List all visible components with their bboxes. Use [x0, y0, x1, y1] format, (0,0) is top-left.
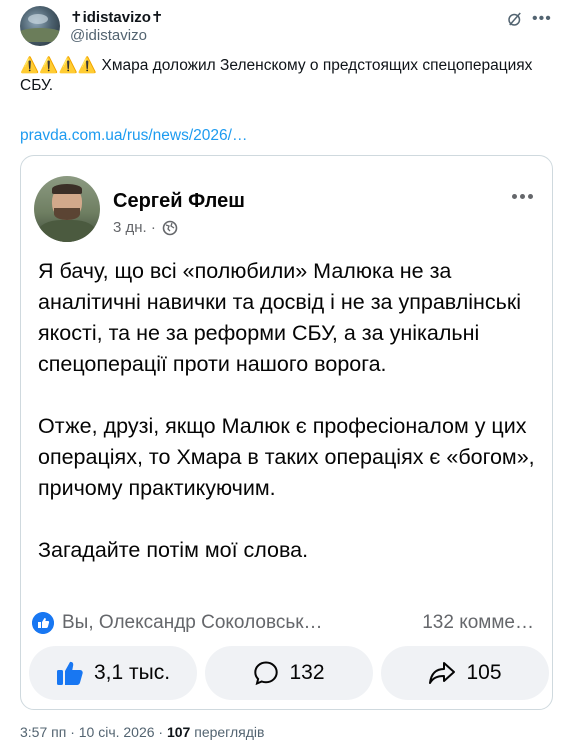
tweet-footer: 3:57 пп · 10 січ. 2026 · 107 переглядів — [20, 724, 264, 740]
like-count: 3,1 тыс. — [93, 661, 171, 684]
post-paragraph: Загадайте потім мої слова. — [38, 538, 309, 562]
like-button: 3,1 тыс. — [29, 646, 197, 700]
post-actions: 3,1 тыс. 132 105 — [29, 646, 549, 700]
tweet-timestamp[interactable]: 3:57 пп · 10 січ. 2026 · — [20, 724, 163, 740]
comment-button: 132 — [205, 646, 373, 700]
globe-icon — [162, 220, 178, 235]
comments-count: 132 комме… — [422, 612, 534, 633]
post-author-name: Сергей Флеш — [113, 190, 245, 212]
share-icon — [429, 662, 456, 684]
like-reaction-icon — [32, 612, 54, 634]
comment-count: 132 — [289, 661, 325, 684]
comment-icon — [254, 661, 279, 686]
post-options-icon — [510, 186, 540, 200]
views-label: переглядів — [194, 724, 265, 740]
tweet-text: ⚠️⚠️⚠️⚠️ Хмара доложил Зеленскому о пред… — [20, 57, 533, 94]
user-avatar[interactable] — [20, 6, 60, 46]
tweet-header: ✝idistavizo✝ @idistavizo ••• — [20, 6, 551, 46]
post-meta: 3 дн. · — [113, 219, 178, 236]
reactions-bar: Вы, Олександр Соколовськ… 132 комме… — [32, 610, 544, 636]
thumbs-up-icon — [56, 661, 83, 685]
post-time: 3 дн. · — [113, 219, 156, 236]
post-paragraph: Отже, друзі, якщо Малюк є професіоналом … — [38, 414, 535, 500]
share-count: 105 — [466, 661, 502, 684]
share-button: 105 — [381, 646, 549, 700]
user-handle[interactable]: @idistavizo — [70, 27, 147, 44]
reactions-names: Вы, Олександр Соколовськ… — [62, 612, 323, 633]
post-body: Я бачу, що всі «полюбили» Малюка не за а… — [38, 256, 543, 597]
display-name[interactable]: ✝idistavizo✝ — [70, 8, 164, 26]
author-avatar — [34, 176, 100, 242]
post-paragraph: Я бачу, що всі «полюбили» Малюка не за а… — [38, 259, 522, 376]
grok-icon[interactable] — [506, 10, 524, 28]
more-icon[interactable]: ••• — [532, 10, 551, 28]
embedded-post-card[interactable]: Сергей Флеш 3 дн. · Я бачу, що всі «полю… — [20, 155, 553, 710]
views-count: 107 — [166, 724, 191, 740]
tweet-link[interactable]: pravda.com.ua/rus/news/2026/… — [20, 127, 247, 145]
